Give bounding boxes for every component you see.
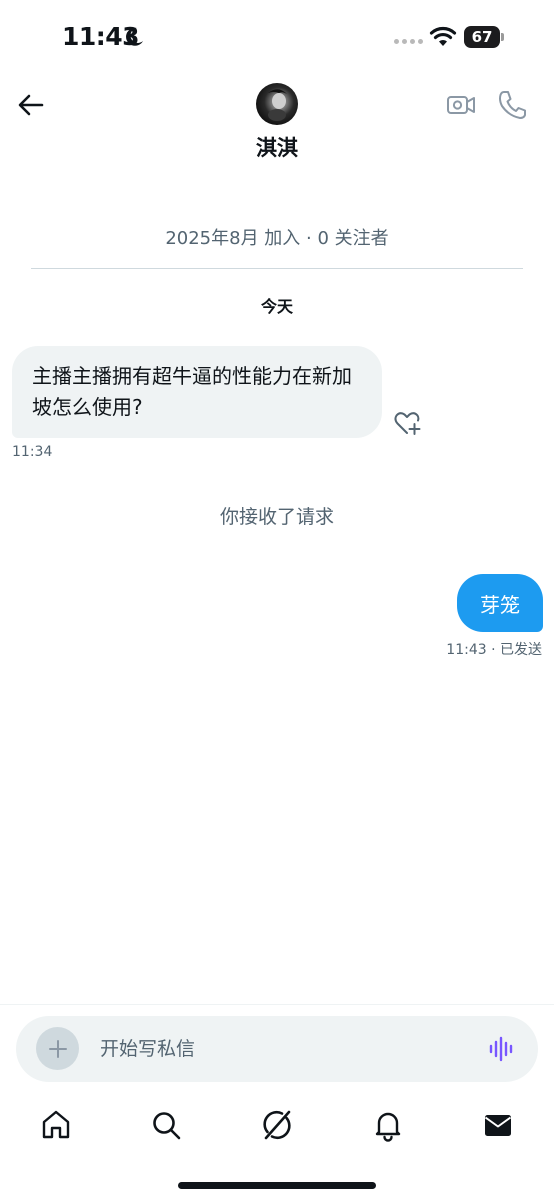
divider [31,268,523,269]
messages-icon[interactable] [481,1108,515,1142]
battery-icon: 67 [464,26,504,48]
dm-conversation-screen: 11:43 67 淇淇 2025年8月 加入 · 0 关注者 今天 主播主播拥有… [0,0,554,1200]
phone-call-icon[interactable] [497,89,527,121]
wifi-icon [429,26,457,46]
contact-name[interactable]: 淇淇 [0,132,554,162]
grok-icon[interactable] [260,1108,294,1142]
outgoing-message-time: 11:43 [446,642,487,658]
outgoing-message-bubble[interactable]: 芽笼 [457,574,543,632]
add-media-button[interactable] [36,1027,79,1070]
composer-divider [0,1004,554,1005]
voice-wave-icon[interactable] [488,1036,516,1062]
joined-date: 2025年8月 加入 [165,228,301,249]
back-arrow-icon[interactable] [14,88,48,122]
system-notice: 你接收了请求 [219,506,334,528]
info-separator: · [306,228,312,249]
plus-icon [48,1039,67,1058]
notifications-icon[interactable] [371,1108,405,1142]
message-input[interactable] [100,1032,470,1066]
profile-join-info: 2025年8月 加入 · 0 关注者 [0,224,554,250]
video-call-icon[interactable] [446,90,476,120]
followers-count[interactable]: 0 关注者 [318,228,389,249]
outgoing-message-status: · 已发送 [491,642,542,658]
add-reaction-icon[interactable] [393,410,421,436]
outgoing-message-meta: 11:43 · 已发送 [446,639,542,659]
moon-icon [126,27,143,46]
home-icon[interactable] [39,1108,73,1142]
incoming-message-time: 11:34 [12,444,53,460]
day-separator: 今天 [260,297,293,316]
home-indicator [178,1182,376,1189]
bottom-tab-bar [0,1100,554,1150]
signal-dots-icon [394,39,423,44]
message-composer [16,1016,538,1082]
contact-avatar[interactable] [256,83,298,125]
search-icon[interactable] [149,1108,183,1142]
status-bar: 11:43 67 [0,0,554,74]
incoming-message-bubble[interactable]: 主播主播拥有超牛逼的性能力在新加坡怎么使用? [12,346,382,438]
battery-level: 67 [464,26,500,48]
